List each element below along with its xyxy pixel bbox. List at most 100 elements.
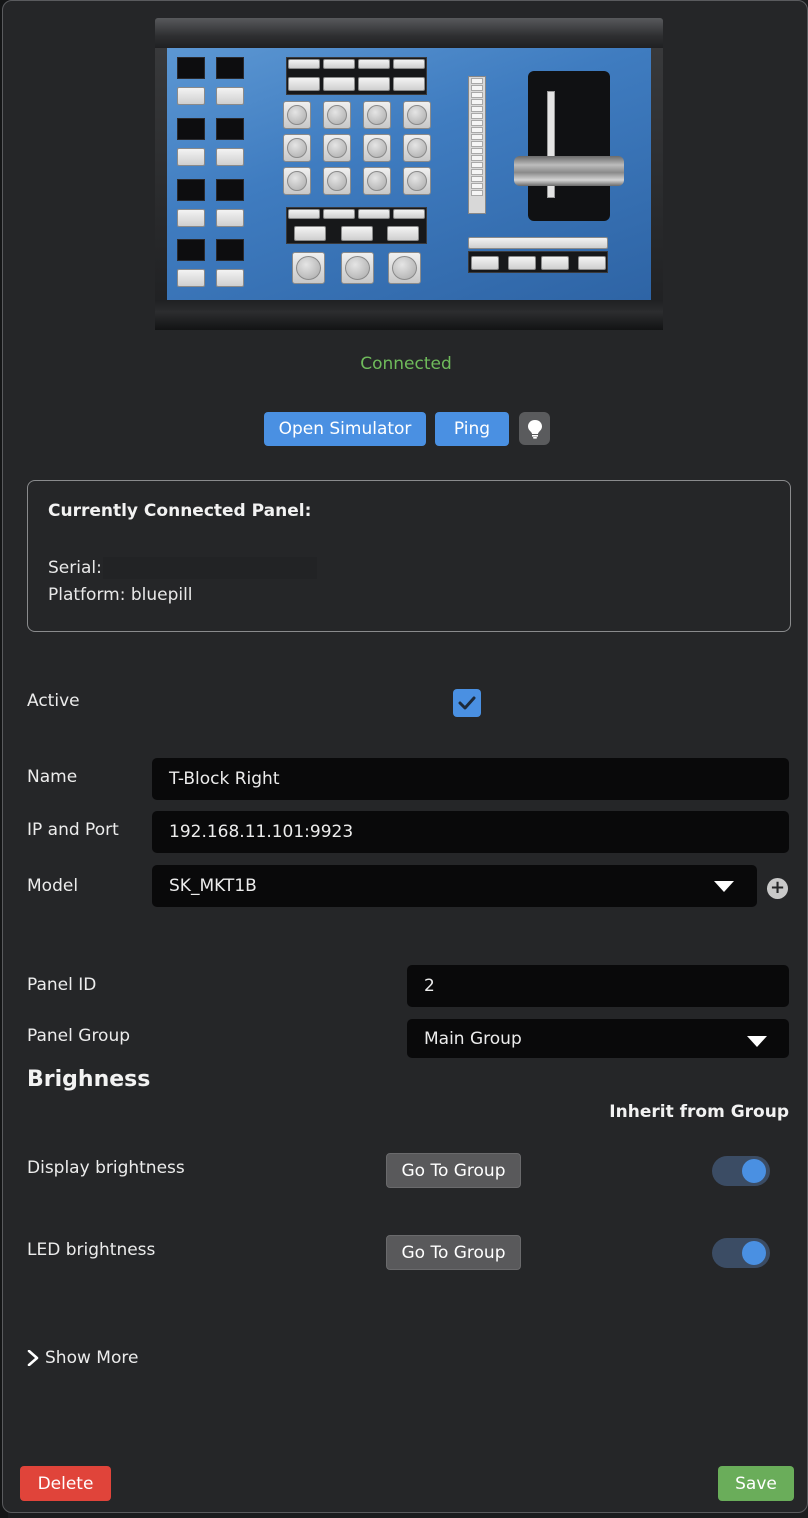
panel-mini-key [578, 256, 606, 270]
toggle-knob [742, 1241, 766, 1265]
display-inherit-toggle[interactable] [712, 1156, 770, 1186]
led-segment [471, 148, 483, 154]
led-segment [471, 120, 483, 126]
panel-id-label: Panel ID [27, 975, 97, 995]
led-segment [471, 169, 483, 175]
panel-mini-key [288, 77, 320, 91]
panel-round-button [323, 167, 351, 195]
panel-group-label: Panel Group [27, 1026, 131, 1046]
name-input[interactable]: T-Block Right [152, 758, 789, 800]
led-segment [471, 162, 483, 168]
model-select-value: SK_MKT1B [169, 876, 257, 896]
panel-round-button [403, 167, 431, 195]
panel-group-select-value: Main Group [424, 1028, 522, 1049]
panel-id-input[interactable]: 2 [407, 965, 789, 1007]
panel-round-button [363, 134, 391, 162]
panel-round-button [323, 134, 351, 162]
panel-mini-key [323, 209, 355, 219]
panel-key [177, 269, 205, 287]
panel-key [216, 87, 244, 105]
panel-round-button [403, 134, 431, 162]
panel-mini-key [541, 256, 569, 270]
inherit-from-group-header: Inherit from Group [609, 1102, 789, 1122]
panel-top-rail [155, 18, 663, 48]
panel-display-block [216, 57, 244, 79]
panel-mini-key [393, 77, 425, 91]
chevron-down-icon [747, 1036, 767, 1047]
panel-mini-key [471, 256, 499, 270]
show-more-toggle[interactable]: Show More [27, 1348, 138, 1368]
connected-panel-info: Currently Connected Panel: Serial: Platf… [27, 480, 791, 632]
panel-round-button [283, 134, 311, 162]
active-checkbox[interactable] [453, 689, 481, 717]
active-label: Active [27, 691, 80, 711]
checkmark-icon [458, 696, 476, 710]
panel-display-block [216, 239, 244, 261]
panel-round-button [292, 252, 325, 284]
panel-display-block [177, 179, 205, 201]
led-segment [471, 106, 483, 112]
panel-mini-key [358, 77, 390, 91]
led-go-to-group-button[interactable]: Go To Group [386, 1235, 521, 1270]
panel-round-button [363, 167, 391, 195]
led-segment [471, 113, 483, 119]
led-segment [471, 85, 483, 91]
panel-fader-handle [514, 156, 624, 186]
delete-button[interactable]: Delete [20, 1466, 111, 1501]
led-segment [471, 134, 483, 140]
panel-group-select[interactable]: Main Group [407, 1019, 789, 1058]
led-brightness-label: LED brightness [27, 1240, 156, 1260]
panel-mini-key [323, 77, 355, 91]
toggle-knob [742, 1159, 766, 1183]
led-segment [471, 92, 483, 98]
panel-key [216, 269, 244, 287]
led-inherit-toggle[interactable] [712, 1238, 770, 1268]
model-label: Model [27, 876, 79, 896]
panel-bottom-rail [155, 300, 663, 330]
identify-button[interactable] [519, 412, 550, 445]
panel-lcd-strip [468, 237, 608, 249]
panel-display-block [216, 179, 244, 201]
ip-port-input[interactable]: 192.168.11.101:9923 [152, 811, 789, 853]
panel-mini-key [288, 59, 320, 69]
led-segment [471, 183, 483, 189]
panel-round-button [283, 167, 311, 195]
panel-round-button [283, 101, 311, 129]
panel-mini-key [323, 59, 355, 69]
add-model-icon[interactable]: + [767, 878, 788, 899]
ip-port-label: IP and Port [27, 820, 119, 840]
panel-round-button [341, 252, 374, 284]
platform-line: Platform: bluepill [48, 585, 193, 605]
serial-line: Serial: [48, 557, 317, 579]
lightbulb-icon [527, 419, 542, 439]
save-button[interactable]: Save [718, 1466, 794, 1501]
panel-illustration [155, 18, 663, 330]
panel-fader-well [528, 71, 610, 221]
panel-mini-key [508, 256, 536, 270]
panel-mini-key [393, 209, 425, 219]
panel-settings-dialog: Connected Open Simulator Ping Currently … [2, 0, 808, 1513]
panel-led-bar [468, 76, 486, 214]
panel-key [216, 148, 244, 166]
led-segment [471, 141, 483, 147]
panel-display-block [177, 118, 205, 140]
connected-panel-title: Currently Connected Panel: [48, 501, 312, 521]
model-select[interactable]: SK_MKT1B [152, 865, 757, 907]
panel-mini-key [393, 59, 425, 69]
panel-mini-key [358, 209, 390, 219]
led-segment [471, 78, 483, 84]
chevron-right-icon [27, 1350, 39, 1366]
name-label: Name [27, 767, 78, 787]
led-segment [471, 190, 483, 196]
display-brightness-label: Display brightness [27, 1158, 185, 1178]
serial-label: Serial: [48, 558, 102, 578]
panel-display-block [177, 57, 205, 79]
panel-key [294, 226, 326, 241]
connection-status: Connected [360, 354, 452, 374]
panel-mini-key [288, 209, 320, 219]
ping-button[interactable]: Ping [435, 412, 509, 446]
show-more-label: Show More [45, 1348, 139, 1368]
display-go-to-group-button[interactable]: Go To Group [386, 1153, 521, 1188]
open-simulator-button[interactable]: Open Simulator [264, 412, 426, 446]
panel-key [341, 226, 373, 241]
